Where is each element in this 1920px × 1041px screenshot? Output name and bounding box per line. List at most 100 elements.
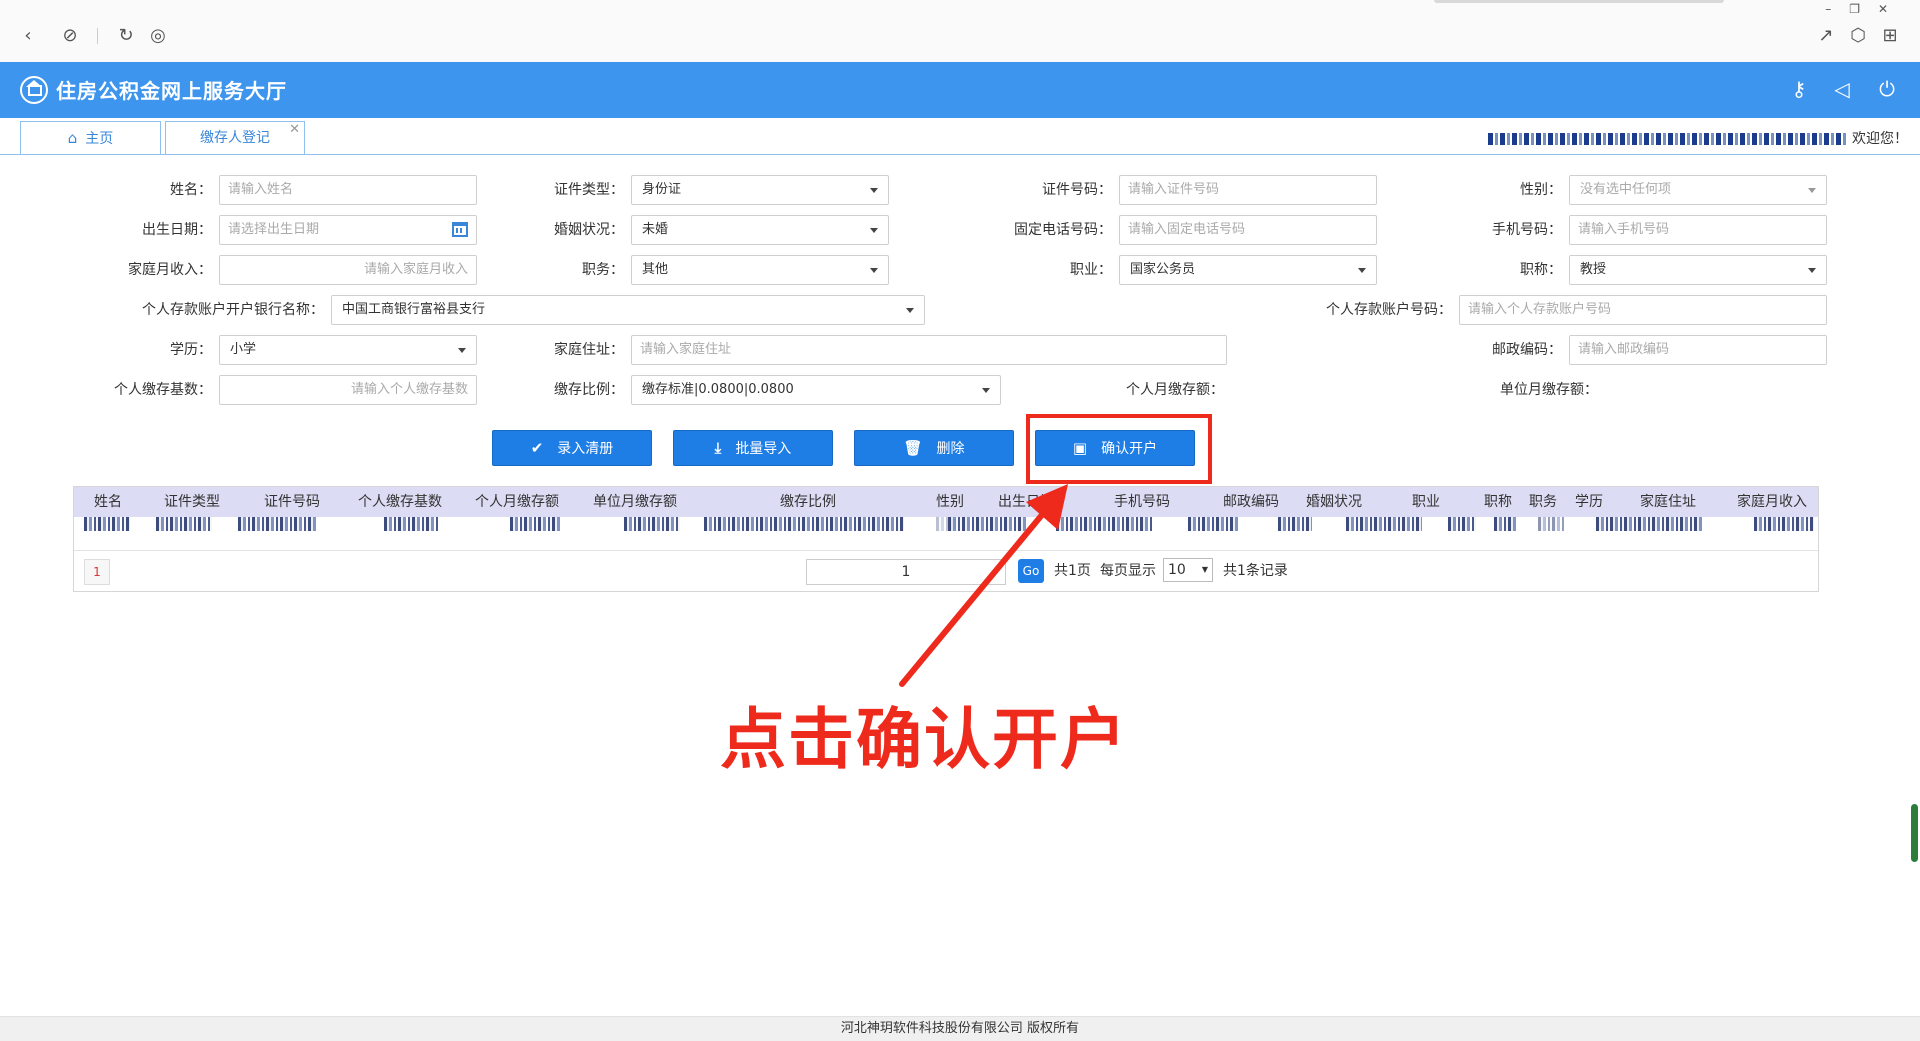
close-icon[interactable]: ✕: [289, 114, 300, 146]
key-icon[interactable]: ⚷: [1786, 76, 1812, 102]
column-header[interactable]: 出生日期: [978, 487, 1074, 517]
column-header[interactable]: 职业: [1376, 487, 1476, 517]
deposit-base-input[interactable]: 请输入个人缴存基数: [219, 375, 477, 405]
tab-registration-label: 缴存人登记: [200, 130, 270, 146]
address-label: 家庭住址：: [554, 342, 624, 358]
power-icon[interactable]: ⏻: [1874, 76, 1900, 102]
name-input[interactable]: 请输入姓名: [219, 175, 477, 205]
redacted-user-name: [1487, 133, 1848, 145]
column-header[interactable]: 证件号码: [242, 487, 342, 517]
go-button[interactable]: Go: [1018, 559, 1044, 583]
welcome-text: 欢迎您！: [1852, 131, 1908, 147]
id-type-label: 证件类型：: [554, 182, 624, 198]
deposit-ratio-value: 缴存标准|0.0800|0.0800: [642, 382, 794, 397]
column-header[interactable]: 证件类型: [142, 487, 242, 517]
marital-status-label: 婚姻状况：: [554, 222, 624, 238]
tab-home[interactable]: ⌂ 主页: [20, 121, 161, 154]
professional-title-select[interactable]: 教授: [1569, 255, 1827, 285]
column-header[interactable]: 手机号码: [1074, 487, 1210, 517]
family-income-input[interactable]: 请输入家庭月收入: [219, 255, 477, 285]
scrollbar-thumb[interactable]: [1911, 804, 1918, 862]
redacted-cell: [510, 517, 562, 531]
home-icon: ⌂: [67, 129, 78, 147]
reload-icon[interactable]: ↻: [114, 24, 138, 48]
copyright-text: 河北神玥软件科技股份有限公司 版权所有: [840, 1021, 1080, 1036]
education-label: 学历：: [170, 342, 212, 358]
duty-select[interactable]: 其他: [631, 255, 889, 285]
column-header[interactable]: 邮政编码: [1210, 487, 1292, 517]
id-number-input[interactable]: 请输入证件号码: [1119, 175, 1377, 205]
speaker-icon[interactable]: ◁: [1829, 76, 1855, 102]
redacted-cell: [1494, 517, 1516, 531]
column-header[interactable]: 婚姻状况: [1292, 487, 1376, 517]
column-header[interactable]: 单位月缴存额: [576, 487, 694, 517]
address-input[interactable]: 请输入家庭住址: [631, 335, 1227, 365]
duty-value: 其他: [642, 262, 669, 277]
delete-label: 删除: [936, 441, 965, 457]
column-header[interactable]: 缴存比例: [694, 487, 922, 517]
zip-code-input[interactable]: 请输入邮政编码: [1569, 335, 1827, 365]
tab-home-label: 主页: [85, 131, 114, 147]
professional-title-value: 教授: [1580, 262, 1607, 277]
occupation-label: 职业：: [1070, 262, 1112, 278]
mobile-input[interactable]: 请输入手机号码: [1569, 215, 1827, 245]
redacted-cell: [1538, 517, 1564, 531]
mobile-label: 手机号码：: [1492, 222, 1562, 238]
gender-label: 性别：: [1520, 182, 1562, 198]
column-header[interactable]: 学历: [1566, 487, 1612, 517]
gender-select[interactable]: 没有选中任何项: [1569, 175, 1827, 205]
page-number-button[interactable]: 1: [84, 559, 110, 585]
landline-input[interactable]: 请输入固定电话号码: [1119, 215, 1377, 245]
bank-name-select[interactable]: 中国工商银行富裕县支行: [331, 295, 925, 325]
register-list-button[interactable]: ✔ 录入清册: [492, 430, 652, 466]
education-select[interactable]: 小学: [219, 335, 477, 365]
share-icon[interactable]: ↗: [1814, 24, 1838, 48]
calendar-icon[interactable]: [452, 222, 468, 237]
id-type-select[interactable]: 身份证: [631, 175, 889, 205]
occupation-select[interactable]: 国家公务员: [1119, 255, 1377, 285]
redacted-cell: [1188, 517, 1240, 531]
tab-depositor-registration[interactable]: 缴存人登记 ✕: [165, 121, 305, 154]
column-header[interactable]: 个人月缴存额: [458, 487, 576, 517]
vertical-scrollbar[interactable]: [1911, 62, 1918, 1016]
batch-import-button[interactable]: ⤓ 批量导入: [673, 430, 833, 466]
register-list-label: 录入清册: [557, 441, 614, 457]
redacted-cell: [156, 517, 212, 531]
column-header[interactable]: 家庭月收入: [1724, 487, 1820, 517]
column-header[interactable]: 职务: [1520, 487, 1566, 517]
marital-status-select[interactable]: 未婚: [631, 215, 889, 245]
cube-icon[interactable]: ⬡: [1846, 24, 1870, 48]
redacted-cell: [1346, 517, 1422, 531]
column-header[interactable]: 个人缴存基数: [342, 487, 458, 517]
occupation-value: 国家公务员: [1130, 262, 1196, 277]
duty-label: 职务：: [582, 262, 624, 278]
deposit-base-label: 个人缴存基数：: [114, 382, 212, 398]
table-row[interactable]: [74, 517, 1818, 551]
page-tab-bar: ⌂ 主页 缴存人登记 ✕ 欢迎您！: [0, 118, 1920, 155]
birth-date-input[interactable]: 请选择出生日期: [219, 215, 477, 245]
back-arrow-icon[interactable]: ‹: [16, 24, 40, 48]
extension-icon[interactable]: ⊞: [1878, 24, 1902, 48]
account-number-input[interactable]: 请输入个人存款账户号码: [1459, 295, 1827, 325]
personal-monthly-label: 个人月缴存额：: [1126, 382, 1224, 398]
depositor-table: 姓名 证件类型 证件号码 个人缴存基数 个人月缴存额 单位月缴存额 缴存比例 性…: [73, 486, 1819, 592]
column-header[interactable]: 家庭住址: [1612, 487, 1724, 517]
table-header: 姓名 证件类型 证件号码 个人缴存基数 个人月缴存额 单位月缴存额 缴存比例 性…: [74, 487, 1818, 517]
page-size-select[interactable]: 10: [1163, 558, 1213, 582]
redacted-cell: [624, 517, 680, 531]
delete-button[interactable]: 🗑 删除: [854, 430, 1014, 466]
batch-import-label: 批量导入: [735, 441, 792, 457]
redacted-cell: [1278, 517, 1312, 531]
zip-code-label: 邮政编码：: [1492, 342, 1562, 358]
globe-icon[interactable]: ◎: [146, 24, 170, 48]
page-jump-input[interactable]: 1: [806, 559, 1006, 585]
column-header[interactable]: 职称: [1476, 487, 1520, 517]
deposit-ratio-select[interactable]: 缴存标准|0.0800|0.0800: [631, 375, 1001, 405]
window-controls[interactable]: –❐✕: [1825, 2, 1906, 16]
trash-icon: 🗑: [903, 439, 923, 457]
column-header[interactable]: 性别: [922, 487, 978, 517]
import-icon: ⤓: [714, 439, 722, 457]
column-header[interactable]: 姓名: [74, 487, 142, 517]
link-icon[interactable]: ⊘: [58, 24, 82, 48]
redacted-cell: [1596, 517, 1702, 531]
